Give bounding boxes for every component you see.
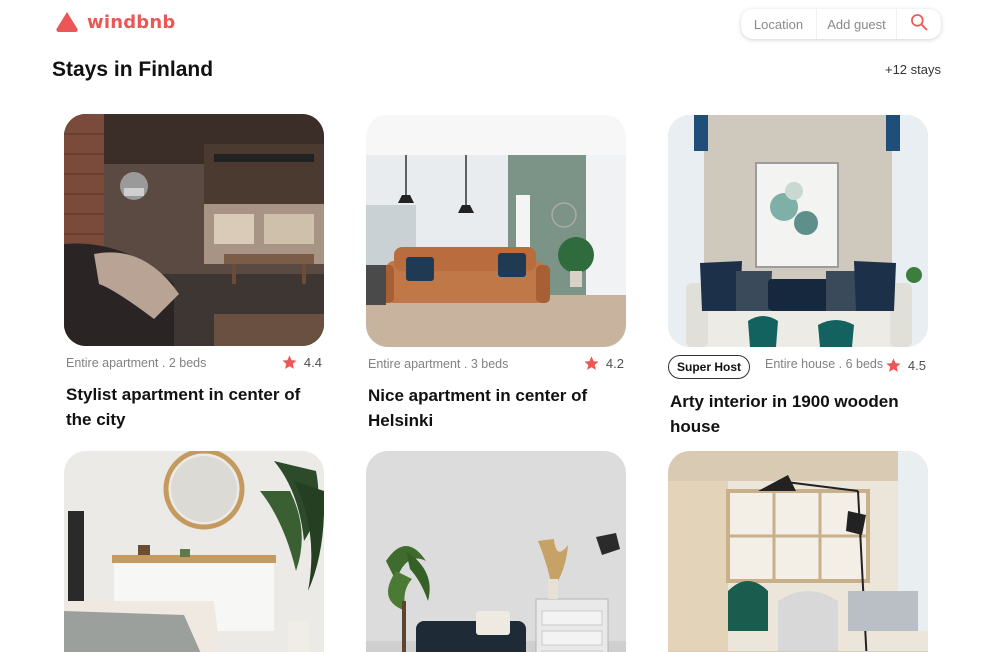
stay-title[interactable]: Nice apartment in center of Helsinki	[366, 383, 626, 433]
super-host-badge: Super Host	[668, 355, 751, 379]
wooden-room-lamp-photo[interactable]	[668, 451, 928, 652]
search-guests-button[interactable]: Add guest	[817, 9, 897, 39]
page-title: Stays in Finland	[52, 58, 214, 81]
stay-card[interactable]: Entire apartment . 2 beds 4.4 Stylist ap…	[64, 114, 324, 432]
stay-title[interactable]: Arty interior in 1900 wooden house	[668, 389, 928, 439]
stay-type: Entire apartment . 2 beds	[66, 356, 207, 370]
logo-mark-icon	[55, 10, 79, 34]
stay-card[interactable]: Entire apartment . 3 beds 4.2 Nice apart…	[366, 115, 626, 433]
stay-card[interactable]	[668, 451, 928, 652]
stay-rating: 4.2	[583, 355, 624, 372]
logo[interactable]: windbnb	[55, 10, 175, 34]
stay-title[interactable]: Stylist apartment in center of the city	[64, 382, 324, 432]
star-icon	[584, 356, 599, 370]
loft-interior-photo[interactable]	[64, 114, 324, 346]
search-button[interactable]	[897, 9, 941, 39]
star-icon	[282, 355, 297, 369]
stay-rating: 4.5	[885, 357, 926, 374]
logo-text: windbnb	[87, 11, 176, 33]
bedroom-mirror-photo[interactable]	[64, 451, 324, 652]
stay-rating: 4.4	[281, 354, 322, 371]
arty-sofa-photo[interactable]	[668, 115, 928, 347]
stay-meta: Super Host Entire house . 6 beds 4.5	[668, 347, 928, 383]
grey-room-chair-photo[interactable]	[366, 451, 626, 652]
rating-value: 4.4	[303, 355, 322, 370]
stay-type: Entire house . 6 beds	[765, 357, 884, 371]
rating-value: 4.5	[907, 358, 926, 373]
stay-type: Entire apartment . 3 beds	[368, 357, 509, 371]
star-icon	[886, 358, 901, 372]
stay-count: +12 stays	[884, 62, 941, 77]
living-room-sofa-photo[interactable]	[366, 115, 626, 347]
rating-value: 4.2	[605, 356, 624, 371]
stay-meta: Entire apartment . 2 beds 4.4	[64, 346, 324, 380]
stay-card[interactable]: Super Host Entire house . 6 beds 4.5 Art…	[668, 115, 928, 439]
header: windbnb Location Add guest	[0, 0, 992, 50]
search-icon	[909, 12, 929, 37]
search-bar[interactable]: Location Add guest	[741, 9, 941, 39]
stay-card[interactable]	[366, 451, 626, 652]
stay-meta: Entire apartment . 3 beds 4.2	[366, 347, 626, 381]
stay-card[interactable]	[64, 451, 324, 652]
search-location-button[interactable]: Location	[741, 9, 817, 39]
